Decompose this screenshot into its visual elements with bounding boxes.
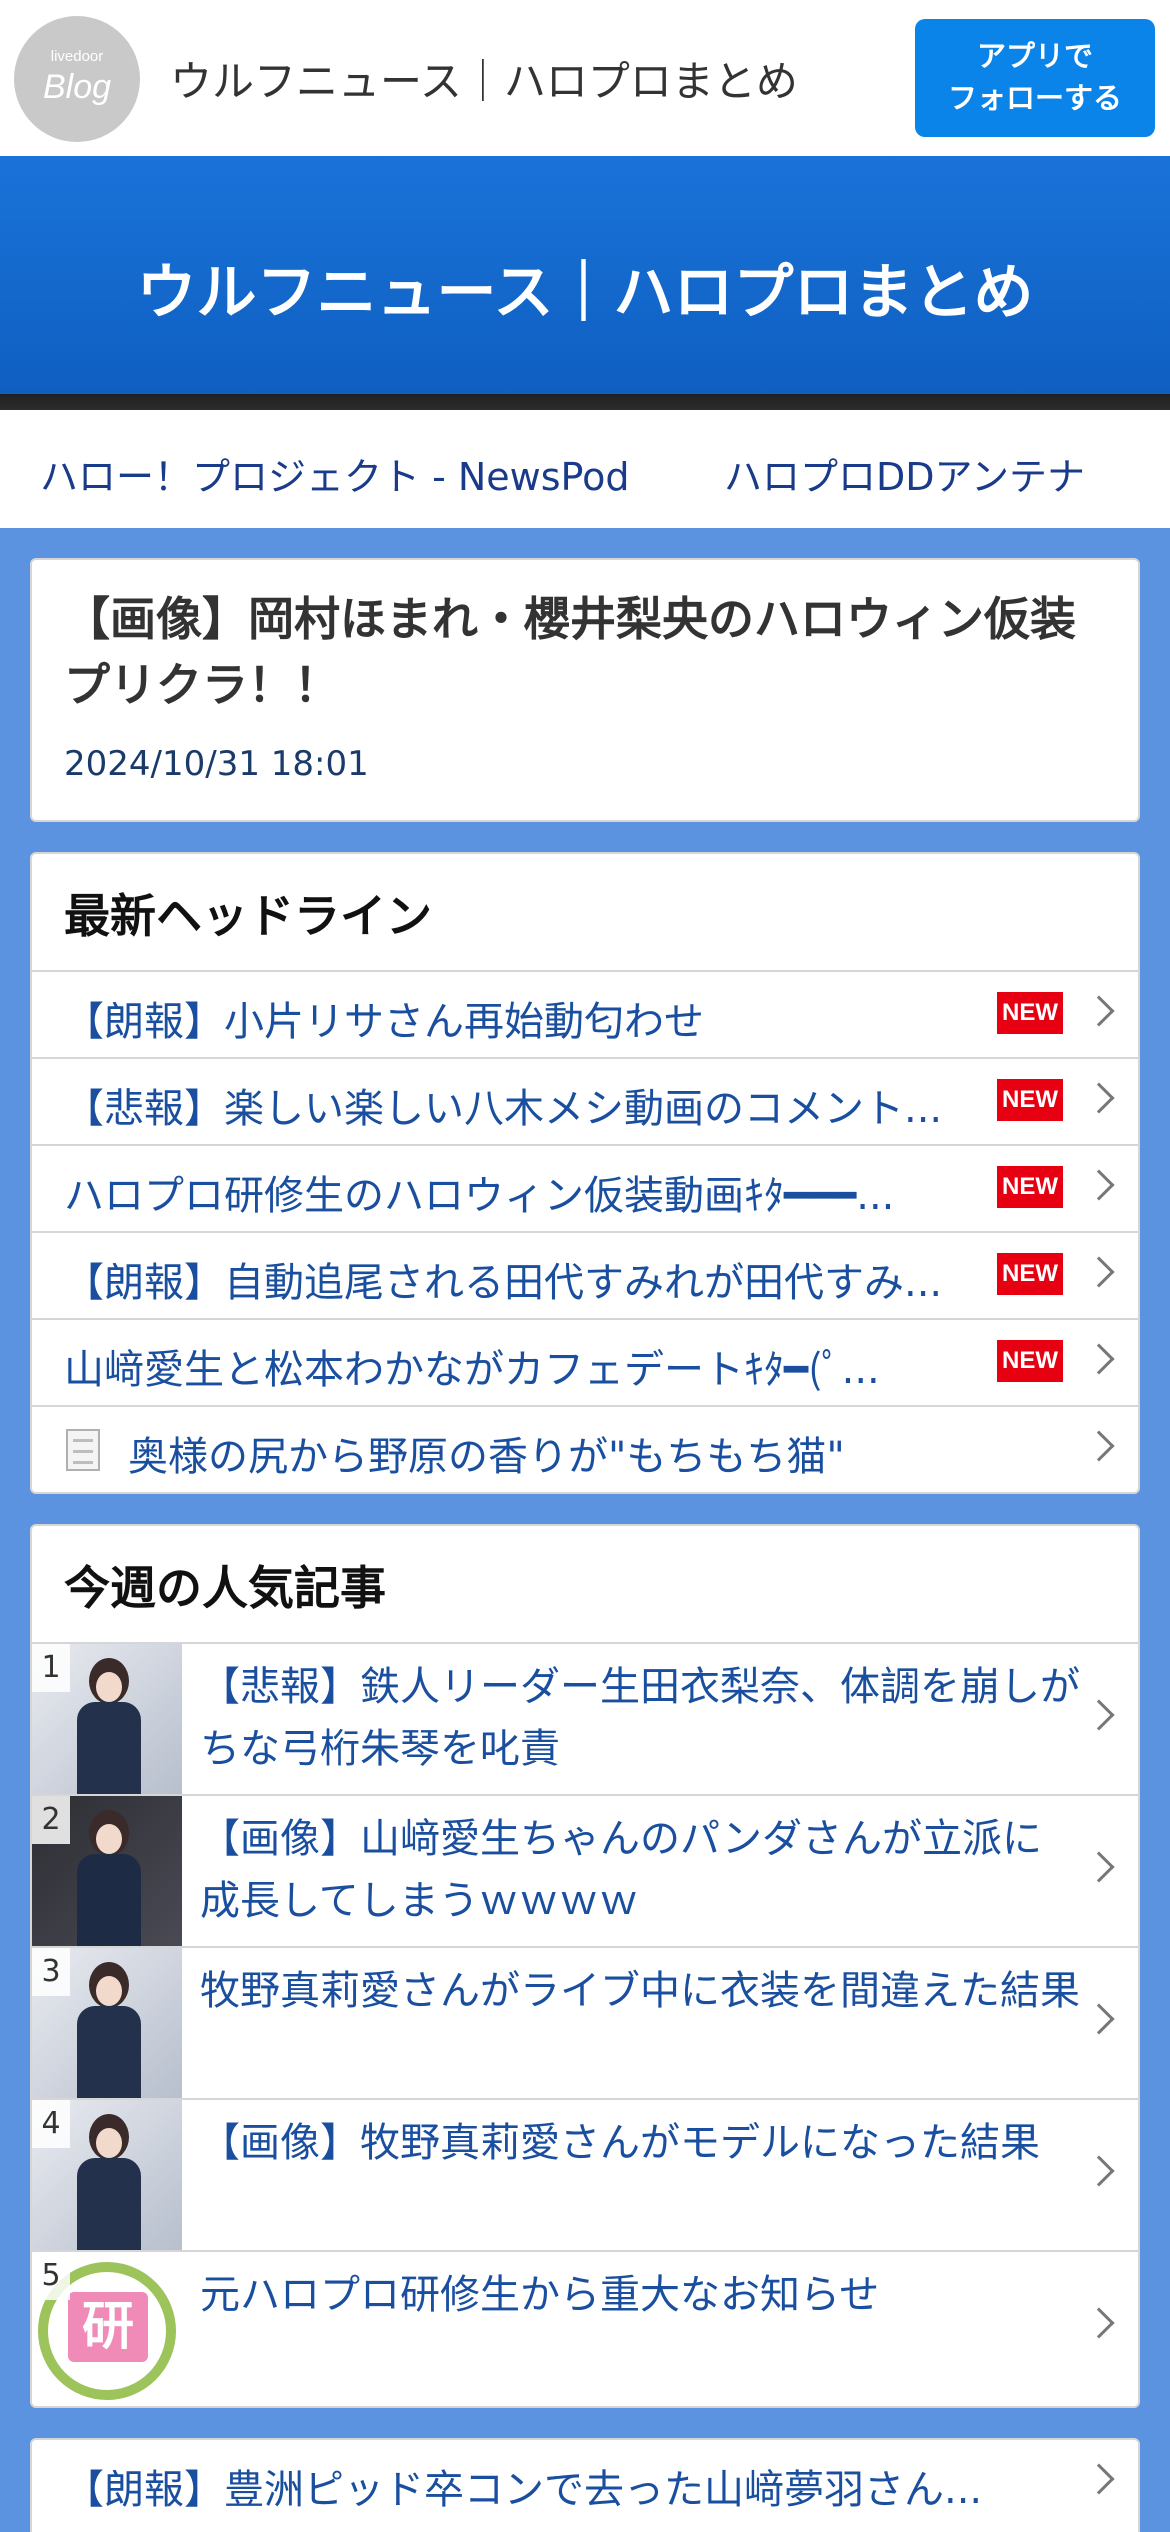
chevron-right-icon <box>1083 1343 1115 1375</box>
headlines-title: 最新ヘッドライン <box>64 889 432 943</box>
logo-big-text: Blog <box>42 68 112 106</box>
more-articles-card: 【朗報】豊洲ピッド卒コンで去った山﨑夢羽さん... <box>30 2438 1140 2532</box>
headline-item[interactable]: 【朗報】自動追尾される田代すみれが田代すみ... NEW <box>32 1231 1138 1318</box>
chevron-right-icon <box>1083 2463 1115 2495</box>
chevron-right-icon <box>1083 1082 1115 1114</box>
chevron-right-icon <box>1083 1256 1115 1288</box>
antenna-link-newspod[interactable]: ハロー！プロジェクト - NewsPod <box>40 446 629 501</box>
rank-number: 1 <box>32 1644 70 1692</box>
headline-text: 山﨑愛生と松本わかながカフェデートｷﾀ━(ﾟ... <box>64 1347 880 1393</box>
article-thumbnail: 2 <box>32 1796 182 1946</box>
blog-banner[interactable]: ウルフニュース｜ハロプロまとめ <box>0 156 1170 394</box>
logo-small-text: livedoor <box>50 48 104 65</box>
headline-item[interactable]: 奥様の尻から野原の香りが"もちもち猫" <box>32 1405 1138 1492</box>
popular-item-text: 【悲報】鉄人リーダー生田衣梨奈、体調を崩しがちな弓桁朱琴を叱責 <box>200 1664 1080 1772</box>
article-thumbnail: 4 <box>32 2100 182 2250</box>
article-date: 2024/10/31 18:01 <box>64 744 369 784</box>
top-bar: livedoor Blog ウルフニュース｜ハロプロまとめ アプリで フォローす… <box>0 0 1170 156</box>
follow-in-app-button[interactable]: アプリで フォローする <box>915 19 1155 137</box>
new-badge: NEW <box>997 1079 1063 1121</box>
popular-item[interactable]: 研 5 元ハロプロ研修生から重大なお知らせ <box>32 2250 1138 2402</box>
kenshusei-logo-icon: 研 <box>68 2292 148 2362</box>
article-thumbnail: 3 <box>32 1948 182 2098</box>
chevron-right-icon <box>1083 1851 1115 1883</box>
rank-number: 4 <box>32 2100 70 2148</box>
popular-item-text: 元ハロプロ研修生から重大なお知らせ <box>200 2272 880 2318</box>
kenshusei-logo-thumbnail: 研 5 <box>32 2252 182 2402</box>
article-title[interactable]: 【画像】岡村ほまれ・櫻井梨央のハロウィン仮装プリクラ！！ <box>64 586 1104 718</box>
chevron-right-icon <box>1083 1169 1115 1201</box>
popular-item[interactable]: 1 【悲報】鉄人リーダー生田衣梨奈、体調を崩しがちな弓桁朱琴を叱責 <box>32 1642 1138 1794</box>
article-thumbnail: 1 <box>32 1644 182 1794</box>
banner-title: ウルフニュース｜ハロプロまとめ <box>136 258 1034 328</box>
banner-divider <box>0 394 1170 410</box>
popular-item-text: 牧野真莉愛さんがライブ中に衣装を間違えた結果 <box>200 1968 1080 2014</box>
headline-item[interactable]: 【朗報】小片リサさん再始動匂わせ NEW <box>32 970 1138 1057</box>
rank-number: 2 <box>32 1796 70 1844</box>
headline-text: 【朗報】小片リサさん再始動匂わせ <box>64 999 704 1045</box>
popular-item[interactable]: 3 牧野真莉愛さんがライブ中に衣装を間違えた結果 <box>32 1946 1138 2098</box>
headlines-card: 最新ヘッドライン 【朗報】小片リサさん再始動匂わせ NEW 【悲報】楽しい楽しい… <box>30 852 1140 1494</box>
antenna-link-bar: ハロー！プロジェクト - NewsPod ハロプロDDアンテナ <box>0 410 1170 528</box>
popular-item-text: 【画像】牧野真莉愛さんがモデルになった結果 <box>200 2120 1040 2166</box>
site-name[interactable]: ウルフニュース｜ハロプロまとめ <box>170 48 798 109</box>
headline-text: 【悲報】楽しい楽しい八木メシ動画のコメント... <box>64 1086 943 1132</box>
follow-button-line2: フォローする <box>947 81 1122 115</box>
headline-text: 【朗報】自動追尾される田代すみれが田代すみ... <box>64 1260 943 1306</box>
chevron-right-icon <box>1083 1430 1115 1462</box>
chevron-right-icon <box>1083 1699 1115 1731</box>
livedoor-blog-logo[interactable]: livedoor Blog <box>14 16 140 142</box>
popular-item-text: 【画像】山﨑愛生ちゃんのパンダさんが立派に成長してしまうｗｗｗｗ <box>200 1816 1042 1924</box>
rank-number: 3 <box>32 1948 70 1996</box>
new-badge: NEW <box>997 1253 1063 1295</box>
headline-item[interactable]: 山﨑愛生と松本わかながカフェデートｷﾀ━(ﾟ... NEW <box>32 1318 1138 1405</box>
new-badge: NEW <box>997 1340 1063 1382</box>
popular-articles-card: 今週の人気記事 1 【悲報】鉄人リーダー生田衣梨奈、体調を崩しがちな弓桁朱琴を叱… <box>30 1524 1140 2408</box>
headline-text: ハロプロ研修生のハロウィン仮装動画ｷﾀ━━━... <box>64 1173 895 1219</box>
popular-title: 今週の人気記事 <box>64 1561 386 1615</box>
follow-button-line1: アプリで <box>976 39 1093 73</box>
chevron-right-icon <box>1083 995 1115 1027</box>
popular-item[interactable]: 2 【画像】山﨑愛生ちゃんのパンダさんが立派に成長してしまうｗｗｗｗ <box>32 1794 1138 1946</box>
chevron-right-icon <box>1083 2155 1115 2187</box>
headline-item[interactable]: ハロプロ研修生のハロウィン仮装動画ｷﾀ━━━... NEW <box>32 1144 1138 1231</box>
new-badge: NEW <box>997 992 1063 1034</box>
popular-item[interactable]: 4 【画像】牧野真莉愛さんがモデルになった結果 <box>32 2098 1138 2250</box>
rank-number: 5 <box>32 2252 70 2300</box>
chevron-right-icon <box>1083 2307 1115 2339</box>
article-list-text: 【朗報】豊洲ピッド卒コンで去った山﨑夢羽さん... <box>64 2467 983 2513</box>
article-list-item[interactable]: 【朗報】豊洲ピッド卒コンで去った山﨑夢羽さん... <box>32 2440 1138 2527</box>
new-badge: NEW <box>997 1166 1063 1208</box>
headline-text: 奥様の尻から野原の香りが"もちもち猫" <box>128 1434 845 1480</box>
chevron-right-icon <box>1083 2003 1115 2035</box>
antenna-link-dd[interactable]: ハロプロDDアンテナ <box>724 446 1085 501</box>
headline-item[interactable]: 【悲報】楽しい楽しい八木メシ動画のコメント... NEW <box>32 1057 1138 1144</box>
article-card: 【画像】岡村ほまれ・櫻井梨央のハロウィン仮装プリクラ！！ 2024/10/31 … <box>30 558 1140 822</box>
document-icon <box>66 1429 100 1471</box>
